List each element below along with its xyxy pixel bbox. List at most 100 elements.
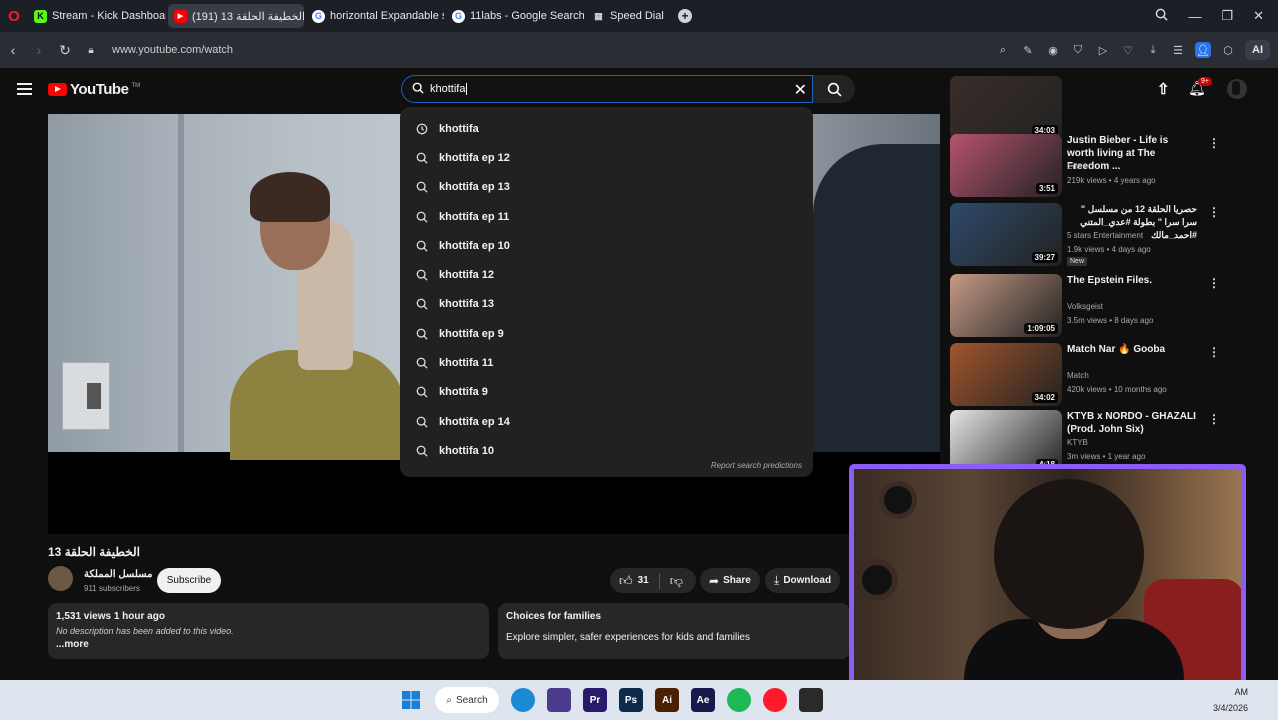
ai-button[interactable]: AI xyxy=(1245,40,1270,60)
photoshop-icon[interactable]: Ps xyxy=(619,688,643,712)
list-icon[interactable]: ☰ xyxy=(1170,42,1186,58)
play-icon[interactable]: ▷ xyxy=(1095,42,1111,58)
minimize-button[interactable]: — xyxy=(1188,9,1201,24)
related-video[interactable]: 39:27 حصريا الحلقة 12 من مسلسل " سرا سرا … xyxy=(950,203,1278,271)
channel-avatar[interactable] xyxy=(48,566,73,591)
related-video-channel[interactable]: 5 stars Entertainment xyxy=(1067,231,1143,240)
search-suggestion[interactable]: khottifa ep 11 xyxy=(400,202,813,231)
obs-icon[interactable] xyxy=(799,688,823,712)
download-button[interactable]: ⤓ Download xyxy=(765,568,841,593)
url-field[interactable]: www.youtube.com/watch xyxy=(112,44,233,56)
like-button[interactable]: 👍︎ 31 xyxy=(619,573,649,589)
search-suggestion[interactable]: khottifa 13 xyxy=(400,290,813,319)
aftereffects-icon[interactable]: Ae xyxy=(691,688,715,712)
maximize-button[interactable]: ❐ xyxy=(1221,8,1233,24)
search-suggestion[interactable]: khottifa ep 12 xyxy=(400,143,813,172)
camera-icon[interactable]: ◉ xyxy=(1045,42,1061,58)
more-options-icon[interactable]: ⋮ xyxy=(1208,345,1220,359)
related-video-title[interactable]: The Epstein Files. xyxy=(1067,274,1197,287)
browser-tab[interactable]: K Stream - Kick Dashboard xyxy=(28,4,166,28)
search-icon xyxy=(415,357,429,369)
illustrator-icon[interactable]: Ai xyxy=(655,688,679,712)
opera-icon[interactable] xyxy=(763,688,787,712)
browser-tab-bar: O K Stream - Kick Dashboard ▶ (191) الخطيفة… xyxy=(0,0,1278,32)
new-tab-button[interactable]: + xyxy=(678,9,692,23)
kick-icon: K xyxy=(34,9,47,23)
thumbs-down-icon[interactable]: 👎︎ xyxy=(670,573,683,589)
reload-icon[interactable]: ↻ xyxy=(52,42,78,59)
spotify-icon[interactable] xyxy=(727,688,751,712)
subscribe-button[interactable]: Subscribe xyxy=(157,568,221,593)
menu-icon[interactable] xyxy=(17,83,32,98)
browser-tab[interactable]: G 11labs - Google Search xyxy=(446,4,584,28)
search-button[interactable] xyxy=(813,75,855,103)
clear-search-icon[interactable]: ✕ xyxy=(794,80,807,100)
more-link[interactable]: ...more xyxy=(56,639,481,650)
share-button[interactable]: ➦ Share xyxy=(700,568,760,593)
search-suggestion[interactable]: khottifa ep 13 xyxy=(400,173,813,202)
video-thumbnail[interactable]: 1:09:05 xyxy=(950,274,1062,337)
related-video-channel[interactable]: Volksgeist xyxy=(1067,302,1103,311)
search-icon xyxy=(415,240,429,252)
close-window-button[interactable]: ✕ xyxy=(1253,8,1264,24)
description-box[interactable]: 1,531 views 1 hour ago No description ha… xyxy=(48,603,489,659)
grid-icon: ▦ xyxy=(594,10,603,21)
clock-date: 3/4/2026 xyxy=(1212,703,1248,713)
search-icon xyxy=(415,152,429,164)
search-suggestion[interactable]: khottifa ep 10 xyxy=(400,231,813,260)
premiere-icon[interactable]: Pr xyxy=(583,688,607,712)
opera-icon[interactable]: O xyxy=(0,8,28,25)
video-thumbnail[interactable]: 3:51 xyxy=(950,134,1062,197)
search-suggestion[interactable]: khottifa ep 14 xyxy=(400,407,813,436)
system-clock[interactable]: AM 3/4/2026 xyxy=(1213,684,1248,716)
related-video-channel[interactable]: Eric x xyxy=(1067,162,1087,171)
download-icon[interactable]: ⤓ xyxy=(1145,42,1161,58)
more-options-icon[interactable]: ⋮ xyxy=(1208,276,1220,290)
related-video-title[interactable]: Match Nar 🔥 Gooba xyxy=(1067,343,1197,356)
families-card[interactable]: Choices for families Explore simpler, sa… xyxy=(498,603,850,659)
app-icon[interactable] xyxy=(547,688,571,712)
more-options-icon[interactable]: ⋮ xyxy=(1208,136,1220,150)
browser-tab[interactable]: ▦ Speed Dial xyxy=(586,4,666,28)
profile-icon[interactable]: 👤︎ xyxy=(1195,42,1211,58)
families-description: Explore simpler, safer experiences for k… xyxy=(506,632,750,643)
report-predictions-link[interactable]: Report search predictions xyxy=(711,461,802,470)
browser-tab[interactable]: ▶ (191) الخطيفة الحلقة 13 xyxy=(168,4,304,28)
browser-tab[interactable]: Ghorizontal Expandable sc xyxy=(306,4,444,28)
suggestion-text: khottifa ep 11 xyxy=(439,210,510,223)
search-suggestion[interactable]: khottifa 11 xyxy=(400,348,813,377)
search-suggestion[interactable]: khottifa 9 xyxy=(400,378,813,407)
back-button[interactable]: ‹ xyxy=(0,42,26,58)
edge-icon[interactable] xyxy=(511,688,535,712)
more-options-icon[interactable]: ⋮ xyxy=(1208,412,1220,426)
search-icon xyxy=(415,181,429,193)
taskbar-search[interactable]: ⌕ Search xyxy=(435,687,499,713)
heart-icon[interactable]: ♡ xyxy=(1120,42,1136,58)
video-thumbnail[interactable]: 34:02 xyxy=(950,343,1062,406)
shield-icon[interactable]: ⛉ xyxy=(1070,42,1086,58)
search-query: khottifa xyxy=(430,83,466,95)
youtube-logo[interactable]: YouTube TM xyxy=(48,81,140,98)
cube-icon[interactable]: ⬡ xyxy=(1220,42,1236,58)
search-suggestion[interactable]: khottifa ep 9 xyxy=(400,319,813,348)
related-video-title[interactable]: KTYB x NORDO - GHAZALI (Prod. John Six) xyxy=(1067,410,1197,436)
video-thumbnail[interactable]: 34:03 xyxy=(950,76,1062,139)
related-video[interactable]: 3:51 Justin Bieber - Life is worth living… xyxy=(950,134,1278,202)
search-suggestion[interactable]: khottifa 12 xyxy=(400,260,813,289)
forward-button[interactable]: › xyxy=(26,42,52,58)
search-icon xyxy=(412,82,424,97)
search-input[interactable]: khottifa ✕ xyxy=(401,75,813,103)
windows-start-icon[interactable] xyxy=(399,688,423,712)
related-video[interactable]: 34:02 Match Nar 🔥 Gooba Match 420k views • … xyxy=(950,343,1278,411)
address-bar: ‹ › ↻ 🔒︎ www.youtube.com/watch ⌕ ✎ ◉ ⛉ ▷… xyxy=(0,32,1278,68)
edit-icon[interactable]: ✎ xyxy=(1020,42,1036,58)
video-thumbnail[interactable]: 39:27 xyxy=(950,203,1062,266)
channel-name[interactable]: مسلسل المملكة xyxy=(84,569,152,580)
tab-search-icon[interactable] xyxy=(1155,8,1169,24)
search-suggestion[interactable]: khottifa xyxy=(400,114,813,143)
zoom-icon[interactable]: ⌕ xyxy=(995,42,1011,58)
related-video-channel[interactable]: KTYB xyxy=(1067,438,1088,447)
more-options-icon[interactable]: ⋮ xyxy=(1208,205,1220,219)
related-video-channel[interactable]: Match xyxy=(1067,371,1089,380)
related-video[interactable]: 1:09:05 The Epstein Files. Volksgeist 3.5m … xyxy=(950,274,1278,342)
